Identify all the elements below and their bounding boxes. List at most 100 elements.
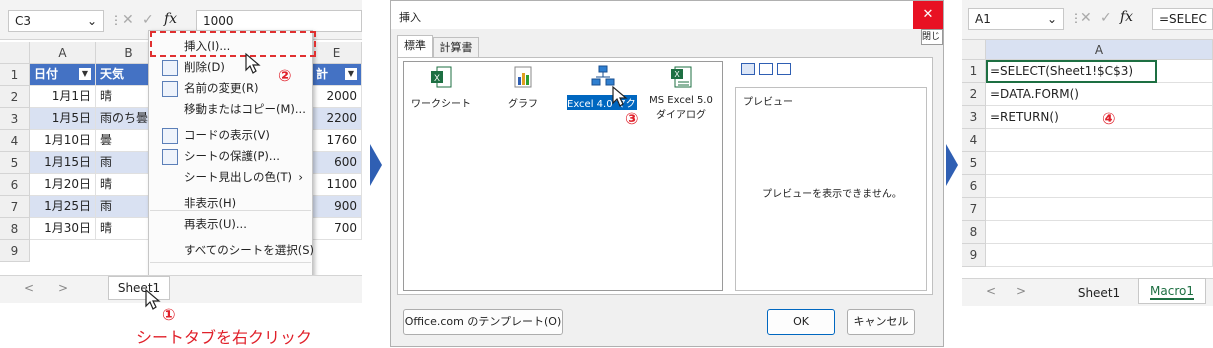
more-icon: ⋮ bbox=[110, 13, 122, 27]
table-cell[interactable]: 900 bbox=[312, 196, 362, 218]
context-menu-item[interactable]: 挿入(I)... bbox=[150, 36, 311, 56]
sheet-tab-bar bbox=[0, 275, 362, 303]
office-templates-button[interactable]: Office.com のテンプレート(O) bbox=[403, 309, 563, 335]
template-chart[interactable]: グラフ bbox=[493, 65, 553, 125]
list-view-icon[interactable] bbox=[759, 63, 773, 75]
chevron-down-icon[interactable]: ⌄ bbox=[1047, 9, 1057, 29]
select-all-corner[interactable] bbox=[0, 42, 30, 64]
fx-icon[interactable]: fx bbox=[164, 11, 177, 27]
row-header[interactable]: 1 bbox=[962, 60, 986, 83]
table-cell[interactable]: 2000 bbox=[312, 86, 362, 108]
tab-nav-left-icon[interactable]: < bbox=[986, 284, 996, 298]
context-menu-item[interactable]: 移動またはコピー(M)... bbox=[150, 99, 311, 119]
select-all-corner[interactable] bbox=[962, 40, 986, 60]
filter-dropdown-icon[interactable]: ▼ bbox=[79, 68, 91, 80]
row-header[interactable]: 3 bbox=[962, 106, 986, 129]
macro-cell[interactable] bbox=[986, 129, 1213, 152]
name-box[interactable]: A1 ⌄ bbox=[968, 8, 1064, 30]
fx-icon[interactable]: fx bbox=[1120, 9, 1133, 25]
column-header-a[interactable]: A bbox=[986, 40, 1213, 60]
table-cell[interactable]: 700 bbox=[312, 218, 362, 240]
close-icon: ✕ bbox=[922, 7, 934, 22]
sheet-tab-macro1[interactable]: Macro1 bbox=[1138, 278, 1206, 304]
tab-nav-left-icon[interactable]: < bbox=[24, 281, 34, 295]
insert-dialog: 挿入 ✕ 閉じ 標準 計算書 X ワークシート グラフ Excel 4.0 ク … bbox=[390, 0, 944, 347]
row-header[interactable]: 6 bbox=[962, 175, 986, 198]
table-cell[interactable]: 1月1日 bbox=[30, 86, 96, 108]
table-header-amount[interactable]: 計 ▼ bbox=[312, 64, 362, 86]
protect-sheet-icon bbox=[162, 149, 178, 165]
tab-standard[interactable]: 標準 bbox=[397, 35, 433, 57]
sheet-tab-sheet1[interactable]: Sheet1 bbox=[1066, 282, 1132, 304]
table-cell[interactable]: 600 bbox=[312, 152, 362, 174]
template-label: グラフ bbox=[508, 99, 538, 110]
cancel-button[interactable]: キャンセル bbox=[847, 309, 915, 335]
template-ms-excel5-dialog[interactable]: X MS Excel 5.0 ダイアログ bbox=[643, 65, 719, 125]
tab-spreadsheet-solutions[interactable]: 計算書 bbox=[433, 37, 479, 57]
worksheet-icon: X bbox=[431, 66, 452, 88]
row-header[interactable]: 9 bbox=[962, 244, 986, 267]
formula-value: 1000 bbox=[203, 14, 234, 28]
macro-cell[interactable] bbox=[986, 152, 1213, 175]
formula-input[interactable]: =SELEC bbox=[1152, 8, 1213, 30]
macro-cell[interactable] bbox=[986, 221, 1213, 244]
table-cell[interactable]: 1月25日 bbox=[30, 196, 96, 218]
template-worksheet[interactable]: X ワークシート bbox=[411, 65, 471, 125]
row-header[interactable]: 4 bbox=[0, 130, 30, 152]
menu-divider bbox=[150, 210, 311, 211]
table-cell[interactable]: 1月10日 bbox=[30, 130, 96, 152]
row-header[interactable]: 1 bbox=[0, 64, 30, 86]
delete-sheet-icon bbox=[162, 60, 178, 76]
dialog-titlebar bbox=[391, 1, 943, 29]
row-header[interactable]: 8 bbox=[962, 221, 986, 244]
large-icons-view-icon[interactable] bbox=[741, 63, 755, 75]
column-header-e[interactable]: E bbox=[312, 42, 362, 64]
macro-cell[interactable]: =RETURN() bbox=[986, 106, 1213, 129]
table-cell[interactable]: 1760 bbox=[312, 130, 362, 152]
row-header[interactable]: 9 bbox=[0, 240, 30, 262]
row-header[interactable]: 5 bbox=[962, 152, 986, 175]
row-header[interactable]: 7 bbox=[0, 196, 30, 218]
row-header[interactable]: 4 bbox=[962, 129, 986, 152]
macro-cell[interactable] bbox=[986, 244, 1213, 267]
row-header[interactable]: 6 bbox=[0, 174, 30, 196]
cancel-icon[interactable]: ✕ bbox=[122, 12, 134, 28]
column-header-a[interactable]: A bbox=[30, 42, 96, 64]
table-cell[interactable]: 1月15日 bbox=[30, 152, 96, 174]
dialog-close-button[interactable]: ✕ bbox=[913, 1, 943, 29]
row-header[interactable]: 2 bbox=[962, 83, 986, 106]
cancel-icon[interactable]: ✕ bbox=[1080, 10, 1092, 26]
table-cell[interactable]: 2200 bbox=[312, 108, 362, 130]
macro-cell[interactable] bbox=[986, 175, 1213, 198]
enter-icon[interactable]: ✓ bbox=[142, 12, 154, 28]
context-menu-label: 名前の変更(R) bbox=[184, 81, 259, 95]
tab-nav-right-icon[interactable]: > bbox=[1016, 284, 1026, 298]
context-menu-item[interactable]: シートの保護(P)... bbox=[150, 146, 311, 166]
macro-cell[interactable]: =DATA.FORM() bbox=[986, 83, 1213, 106]
macro-cell[interactable] bbox=[986, 198, 1213, 221]
row-header[interactable]: 8 bbox=[0, 218, 30, 240]
tab-nav-right-icon[interactable]: > bbox=[58, 281, 68, 295]
table-cell[interactable]: 1100 bbox=[312, 174, 362, 196]
row-header[interactable]: 3 bbox=[0, 108, 30, 130]
details-view-icon[interactable] bbox=[777, 63, 791, 75]
context-menu-item[interactable]: 再表示(U)... bbox=[150, 214, 311, 234]
context-menu-item[interactable]: コードの表示(V) bbox=[150, 125, 311, 145]
row-header[interactable]: 5 bbox=[0, 152, 30, 174]
filter-dropdown-icon[interactable]: ▼ bbox=[345, 68, 357, 80]
table-cell[interactable]: 1月5日 bbox=[30, 108, 96, 130]
table-cell[interactable]: 1月20日 bbox=[30, 174, 96, 196]
name-box[interactable]: C3 ⌄ bbox=[8, 10, 104, 32]
context-menu-item[interactable]: すべてのシートを選択(S) bbox=[150, 240, 314, 260]
table-cell[interactable]: 1月30日 bbox=[30, 218, 96, 240]
chevron-down-icon[interactable]: ⌄ bbox=[87, 11, 97, 31]
enter-icon[interactable]: ✓ bbox=[1100, 10, 1112, 26]
ok-button[interactable]: OK bbox=[767, 309, 835, 335]
side-close-button[interactable]: 閉じ bbox=[921, 29, 943, 45]
row-header[interactable]: 2 bbox=[0, 86, 30, 108]
svg-text:X: X bbox=[674, 70, 680, 79]
context-menu-item[interactable]: シート見出しの色(T) › bbox=[150, 167, 311, 187]
row-header[interactable]: 7 bbox=[962, 198, 986, 221]
table-header-date[interactable]: 日付 ▼ bbox=[30, 64, 96, 86]
formula-input[interactable]: 1000 bbox=[196, 10, 362, 32]
